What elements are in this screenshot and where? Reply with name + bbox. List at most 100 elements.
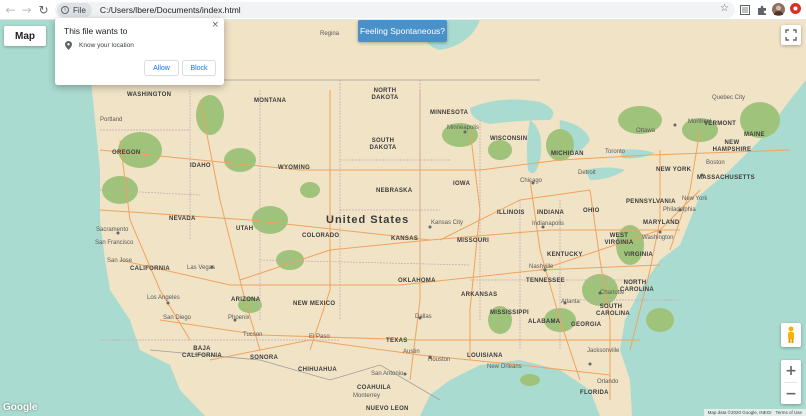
- permission-text: Know your location: [79, 42, 134, 49]
- state-label: NUEVO LEON: [366, 406, 409, 412]
- city-label: Regina: [320, 31, 340, 37]
- state-label: FLORIDA: [580, 390, 609, 396]
- state-label: NORTH CAROLINA: [620, 280, 655, 293]
- city-label: San Antonio: [371, 371, 404, 377]
- city-label: Kansas City: [431, 220, 464, 226]
- state-label: MONTANA: [254, 98, 287, 104]
- state-label: NEW MEXICO: [293, 301, 336, 307]
- state-label: MASSACHUSETTS: [697, 175, 755, 181]
- city-label: San Diego: [163, 315, 192, 321]
- city-label: Las Vegas: [187, 265, 216, 271]
- city-label: El Paso: [309, 334, 330, 340]
- url-text[interactable]: C:/Users/lbere/Documents/index.html: [100, 5, 241, 15]
- state-label: COLORADO: [302, 233, 340, 239]
- state-label: MISSOURI: [457, 238, 490, 244]
- city-label: Austin: [403, 349, 420, 355]
- state-label: INDIANA: [537, 210, 565, 216]
- browser-toolbar: ← → ↻ i File C:/Users/lbere/Documents/in…: [0, 0, 806, 20]
- map-type-button[interactable]: Map: [4, 26, 46, 46]
- state-label: ALABAMA: [528, 319, 561, 325]
- zoom-out-button[interactable]: −: [781, 383, 801, 405]
- zoom-in-button[interactable]: +: [781, 360, 801, 382]
- city-label: New York: [682, 196, 708, 202]
- state-label: ARIZONA: [231, 297, 261, 303]
- profile-avatar[interactable]: [772, 3, 785, 16]
- state-label: LOUISIANA: [467, 353, 503, 359]
- city-label: Portland: [100, 117, 123, 123]
- state-label: WYOMING: [278, 165, 311, 171]
- city-label: Charlotte: [600, 290, 625, 296]
- state-label: OREGON: [112, 150, 141, 156]
- site-chip-label: File: [73, 5, 86, 15]
- state-label: NEVADA: [169, 216, 196, 222]
- state-label: KANSAS: [391, 236, 419, 242]
- state-label: CHIHUAHUA: [298, 367, 338, 373]
- city-label: Quebec City: [712, 95, 746, 101]
- city-label: Boston: [706, 160, 725, 166]
- state-label: MISSISSIPPI: [490, 310, 529, 316]
- state-label: WASHINGTON: [127, 92, 172, 98]
- city-label: Ottawa: [636, 128, 656, 134]
- city-label: Chicago: [520, 178, 543, 184]
- city-label: San Jose: [107, 258, 133, 264]
- state-label: TEXAS: [386, 338, 408, 344]
- state-label: IOWA: [453, 181, 471, 187]
- city-label: Phoenix: [228, 315, 250, 321]
- state-label: WEST VIRGINIA: [604, 233, 634, 246]
- state-label: PENNSYLVANIA: [626, 199, 676, 205]
- terms-link[interactable]: Terms of Use: [775, 410, 802, 415]
- state-label: VIRGINIA: [624, 252, 654, 258]
- google-logo[interactable]: Google: [3, 402, 37, 413]
- city-label: Washington: [642, 235, 674, 241]
- state-label: NEBRASKA: [376, 188, 413, 194]
- fullscreen-button[interactable]: [781, 25, 801, 45]
- site-info-chip[interactable]: i File: [57, 3, 92, 17]
- city-label: Los Angeles: [147, 295, 180, 301]
- feeling-spontaneous-button[interactable]: Feeling Spontaneous?: [358, 20, 447, 42]
- state-label: MAINE: [744, 132, 765, 138]
- street-view-pegman[interactable]: [781, 323, 801, 347]
- state-label: KENTUCKY: [547, 252, 583, 258]
- state-label: OKLAHOMA: [398, 278, 436, 284]
- city-label: Orlando: [597, 379, 619, 385]
- location-pin-icon: [65, 41, 72, 50]
- popup-title: This file wants to: [64, 26, 128, 36]
- state-label: NORTH DAKOTA: [371, 88, 399, 101]
- state-label: WISCONSIN: [490, 136, 528, 142]
- star-icon[interactable]: ☆: [720, 3, 729, 14]
- state-label: SONORA: [250, 355, 279, 361]
- city-label: Tucson: [243, 332, 263, 338]
- state-label: TENNESSEE: [526, 278, 566, 284]
- state-label: SOUTH CAROLINA: [596, 304, 631, 317]
- address-bar[interactable]: i File C:/Users/lbere/Documents/index.ht…: [55, 2, 735, 18]
- extensions-puzzle-icon[interactable]: [756, 4, 768, 16]
- state-label: ARKANSAS: [461, 292, 498, 298]
- city-label: Detroit: [578, 170, 596, 176]
- city-label: Minneapolis: [447, 125, 480, 131]
- info-icon: i: [61, 6, 69, 14]
- zoom-control: + −: [781, 360, 801, 404]
- close-icon[interactable]: ×: [211, 20, 219, 30]
- block-button[interactable]: Block: [182, 60, 216, 76]
- allow-button[interactable]: Allow: [144, 60, 179, 76]
- fullscreen-icon: [785, 29, 797, 41]
- extension-red-icon[interactable]: [790, 3, 801, 14]
- city-label: Jacksonville: [587, 348, 620, 354]
- country-label: United States: [326, 214, 410, 226]
- tab-search-icon[interactable]: [739, 4, 751, 16]
- state-label: NEW YORK: [656, 167, 692, 173]
- state-label: OHIO: [583, 208, 600, 214]
- city-label: Monterrey: [353, 393, 381, 399]
- forward-arrow-icon[interactable]: →: [18, 1, 35, 18]
- state-label: MICHIGAN: [551, 151, 584, 157]
- state-label: MARYLAND: [643, 220, 680, 226]
- reload-icon[interactable]: ↻: [35, 1, 52, 18]
- city-label: Philadelphia: [663, 207, 696, 213]
- location-permission-popup: This file wants to × Know your location …: [55, 18, 224, 85]
- back-arrow-icon[interactable]: ←: [2, 1, 19, 18]
- map-attribution: Map data ©2020 Google, INEGI Terms of Us…: [703, 409, 806, 416]
- city-label: Houston: [428, 357, 451, 363]
- state-label: SOUTH DAKOTA: [369, 138, 397, 151]
- state-label: GEORGIA: [571, 322, 602, 328]
- city-label: Sacramento: [96, 227, 129, 233]
